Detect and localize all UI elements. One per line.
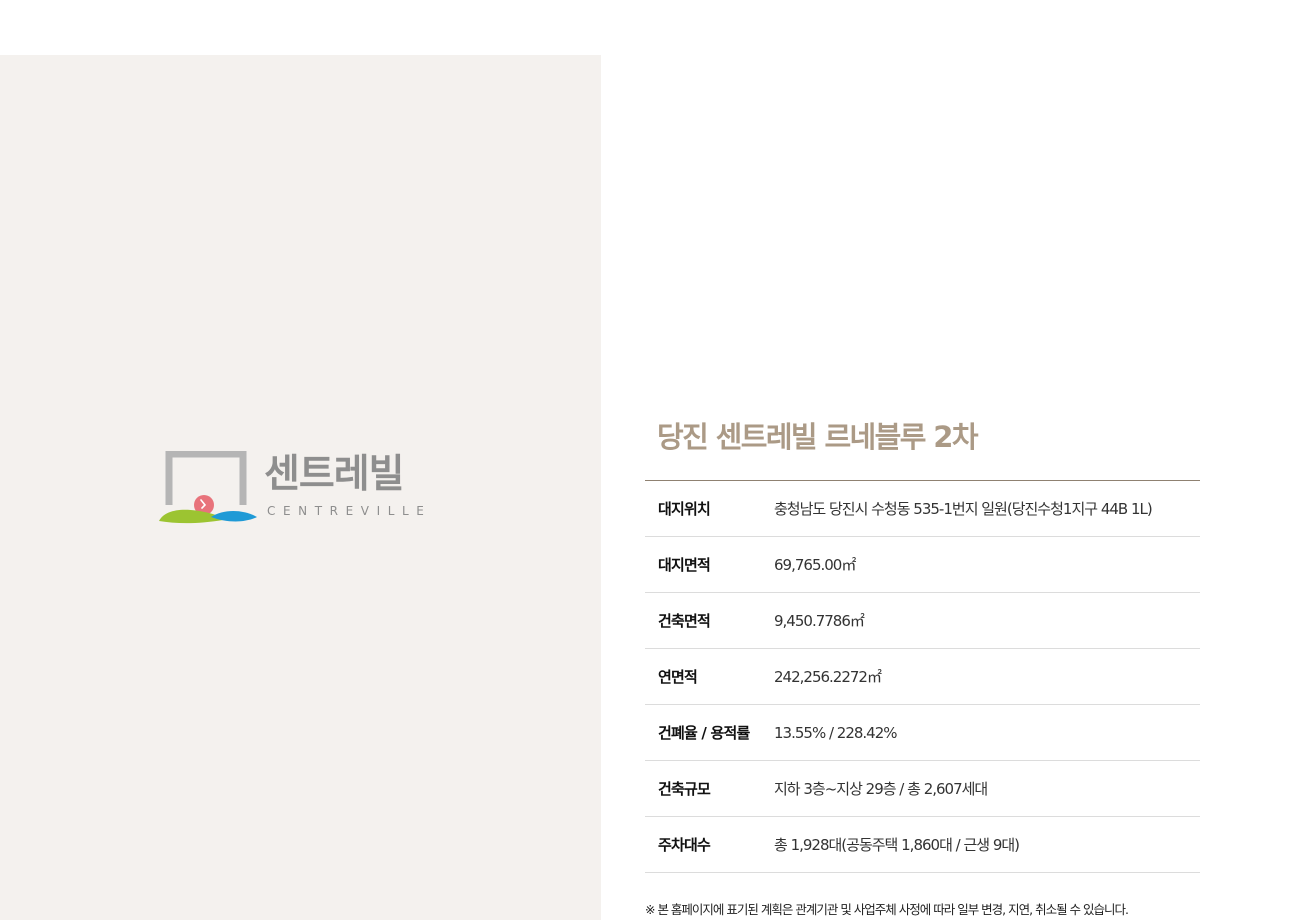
project-info-table: 대지위치 충청남도 당진시 수청동 535-1번지 일원(당진수청1지구 44B… xyxy=(645,480,1200,873)
disclaimer-note: ※ 본 홈페이지에 표기된 계획은 관계기관 및 사업주체 사정에 따라 일부 … xyxy=(645,902,1129,917)
row-value: 충청남도 당진시 수청동 535-1번지 일원(당진수청1지구 44B 1L) xyxy=(774,500,1153,518)
row-value: 13.55% / 228.42% xyxy=(774,723,898,742)
brand-name-en: CENTREVILLE xyxy=(267,504,432,518)
row-label: 대지면적 xyxy=(658,556,711,574)
project-title: 당진 센트레빌 르네블루 2차 xyxy=(657,420,979,454)
centreville-logo: 센트레빌 CENTREVILLE xyxy=(159,451,444,525)
row-label: 건축규모 xyxy=(658,780,711,798)
row-label: 대지위치 xyxy=(658,500,711,518)
table-row: 건축면적 9,450.7786㎡ xyxy=(645,593,1200,649)
table-row: 대지위치 충청남도 당진시 수청동 535-1번지 일원(당진수청1지구 44B… xyxy=(645,481,1200,537)
row-value: 총 1,928대(공동주택 1,860대 / 근생 9대) xyxy=(774,836,1020,854)
project-info: 당진 센트레빌 르네블루 2차 대지위치 충청남도 당진시 수청동 535-1번… xyxy=(645,0,1200,920)
table-row: 대지면적 69,765.00㎡ xyxy=(645,537,1200,593)
table-row: 연면적 242,256.2272㎡ xyxy=(645,649,1200,705)
table-row: 건축규모 지하 3층~지상 29층 / 총 2,607세대 xyxy=(645,761,1200,817)
row-value: 지하 3층~지상 29층 / 총 2,607세대 xyxy=(774,780,988,798)
table-row: 건폐율 / 용적률 13.55% / 228.42% xyxy=(645,705,1200,761)
row-label: 건폐율 / 용적률 xyxy=(658,724,750,742)
brand-panel: 센트레빌 CENTREVILLE xyxy=(0,55,601,920)
row-label: 주차대수 xyxy=(658,836,711,854)
row-label: 연면적 xyxy=(658,668,698,686)
row-value: 9,450.7786㎡ xyxy=(774,612,865,630)
brand-name-ko: 센트레빌 xyxy=(264,452,405,497)
table-row: 주차대수 총 1,928대(공동주택 1,860대 / 근생 9대) xyxy=(645,817,1200,873)
row-value: 69,765.00㎡ xyxy=(774,556,856,574)
page: 센트레빌 CENTREVILLE 당진 센트레빌 르네블루 2차 대지위치 충청… xyxy=(0,0,1314,920)
centreville-emblem-icon xyxy=(159,451,257,524)
row-label: 건축면적 xyxy=(658,612,711,630)
row-value: 242,256.2272㎡ xyxy=(774,668,882,686)
